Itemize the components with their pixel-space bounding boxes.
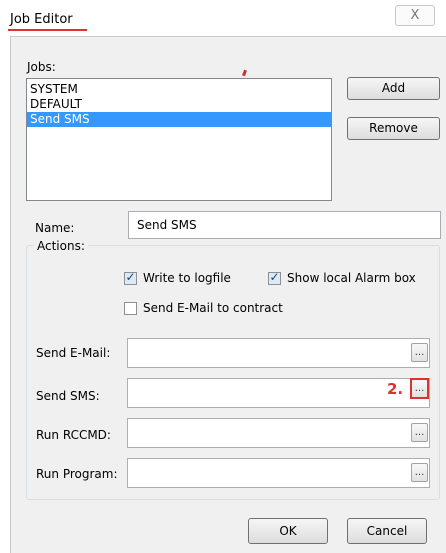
name-label: Name: bbox=[35, 221, 75, 235]
run-rccmd-field[interactable] bbox=[127, 418, 430, 448]
name-field[interactable]: Send SMS bbox=[128, 211, 441, 239]
title-bar: Job Editor X bbox=[0, 0, 446, 36]
send-email-contract-checkbox[interactable] bbox=[124, 302, 137, 315]
ok-button[interactable]: OK bbox=[248, 518, 328, 544]
write-logfile-label: Write to logfile bbox=[143, 271, 231, 285]
actions-legend: Actions: bbox=[34, 239, 88, 253]
name-value: Send SMS bbox=[137, 218, 197, 232]
jobs-list[interactable]: SYSTEM DEFAULT Send SMS bbox=[26, 78, 332, 201]
send-sms-label: Send SMS: bbox=[36, 389, 100, 403]
add-button[interactable]: Add bbox=[347, 77, 440, 100]
list-item[interactable]: DEFAULT bbox=[27, 97, 331, 112]
run-program-field[interactable] bbox=[127, 458, 430, 488]
run-program-browse-button[interactable]: ... bbox=[411, 463, 428, 482]
run-rccmd-label: Run RCCMD: bbox=[36, 428, 111, 442]
run-program-label: Run Program: bbox=[36, 467, 118, 481]
window-title: Job Editor bbox=[10, 12, 73, 27]
show-alarm-checkbox[interactable]: ✓ bbox=[268, 270, 281, 285]
title-annotation-underline bbox=[8, 29, 87, 31]
send-sms-field[interactable] bbox=[127, 378, 430, 408]
close-button[interactable]: X bbox=[395, 5, 435, 26]
step-annotation: 2. bbox=[387, 380, 404, 398]
show-alarm-label: Show local Alarm box bbox=[287, 271, 416, 285]
annotation-highlight-box bbox=[410, 378, 429, 399]
send-email-browse-button[interactable]: ... bbox=[411, 343, 428, 362]
list-item-selected[interactable]: Send SMS bbox=[27, 112, 331, 127]
close-icon: X bbox=[410, 8, 420, 23]
list-item[interactable]: SYSTEM bbox=[27, 82, 331, 97]
send-email-label: Send E-Mail: bbox=[36, 346, 111, 360]
check-icon: ✓ bbox=[125, 270, 136, 284]
run-rccmd-browse-button[interactable]: ... bbox=[411, 423, 428, 442]
send-email-field[interactable] bbox=[127, 338, 430, 368]
check-icon: ✓ bbox=[269, 270, 280, 284]
remove-button[interactable]: Remove bbox=[347, 117, 440, 140]
cancel-button[interactable]: Cancel bbox=[347, 518, 427, 544]
write-logfile-checkbox[interactable]: ✓ bbox=[124, 270, 137, 285]
send-email-contract-label: Send E-Mail to contract bbox=[143, 301, 283, 315]
jobs-label: Jobs: bbox=[27, 60, 56, 74]
